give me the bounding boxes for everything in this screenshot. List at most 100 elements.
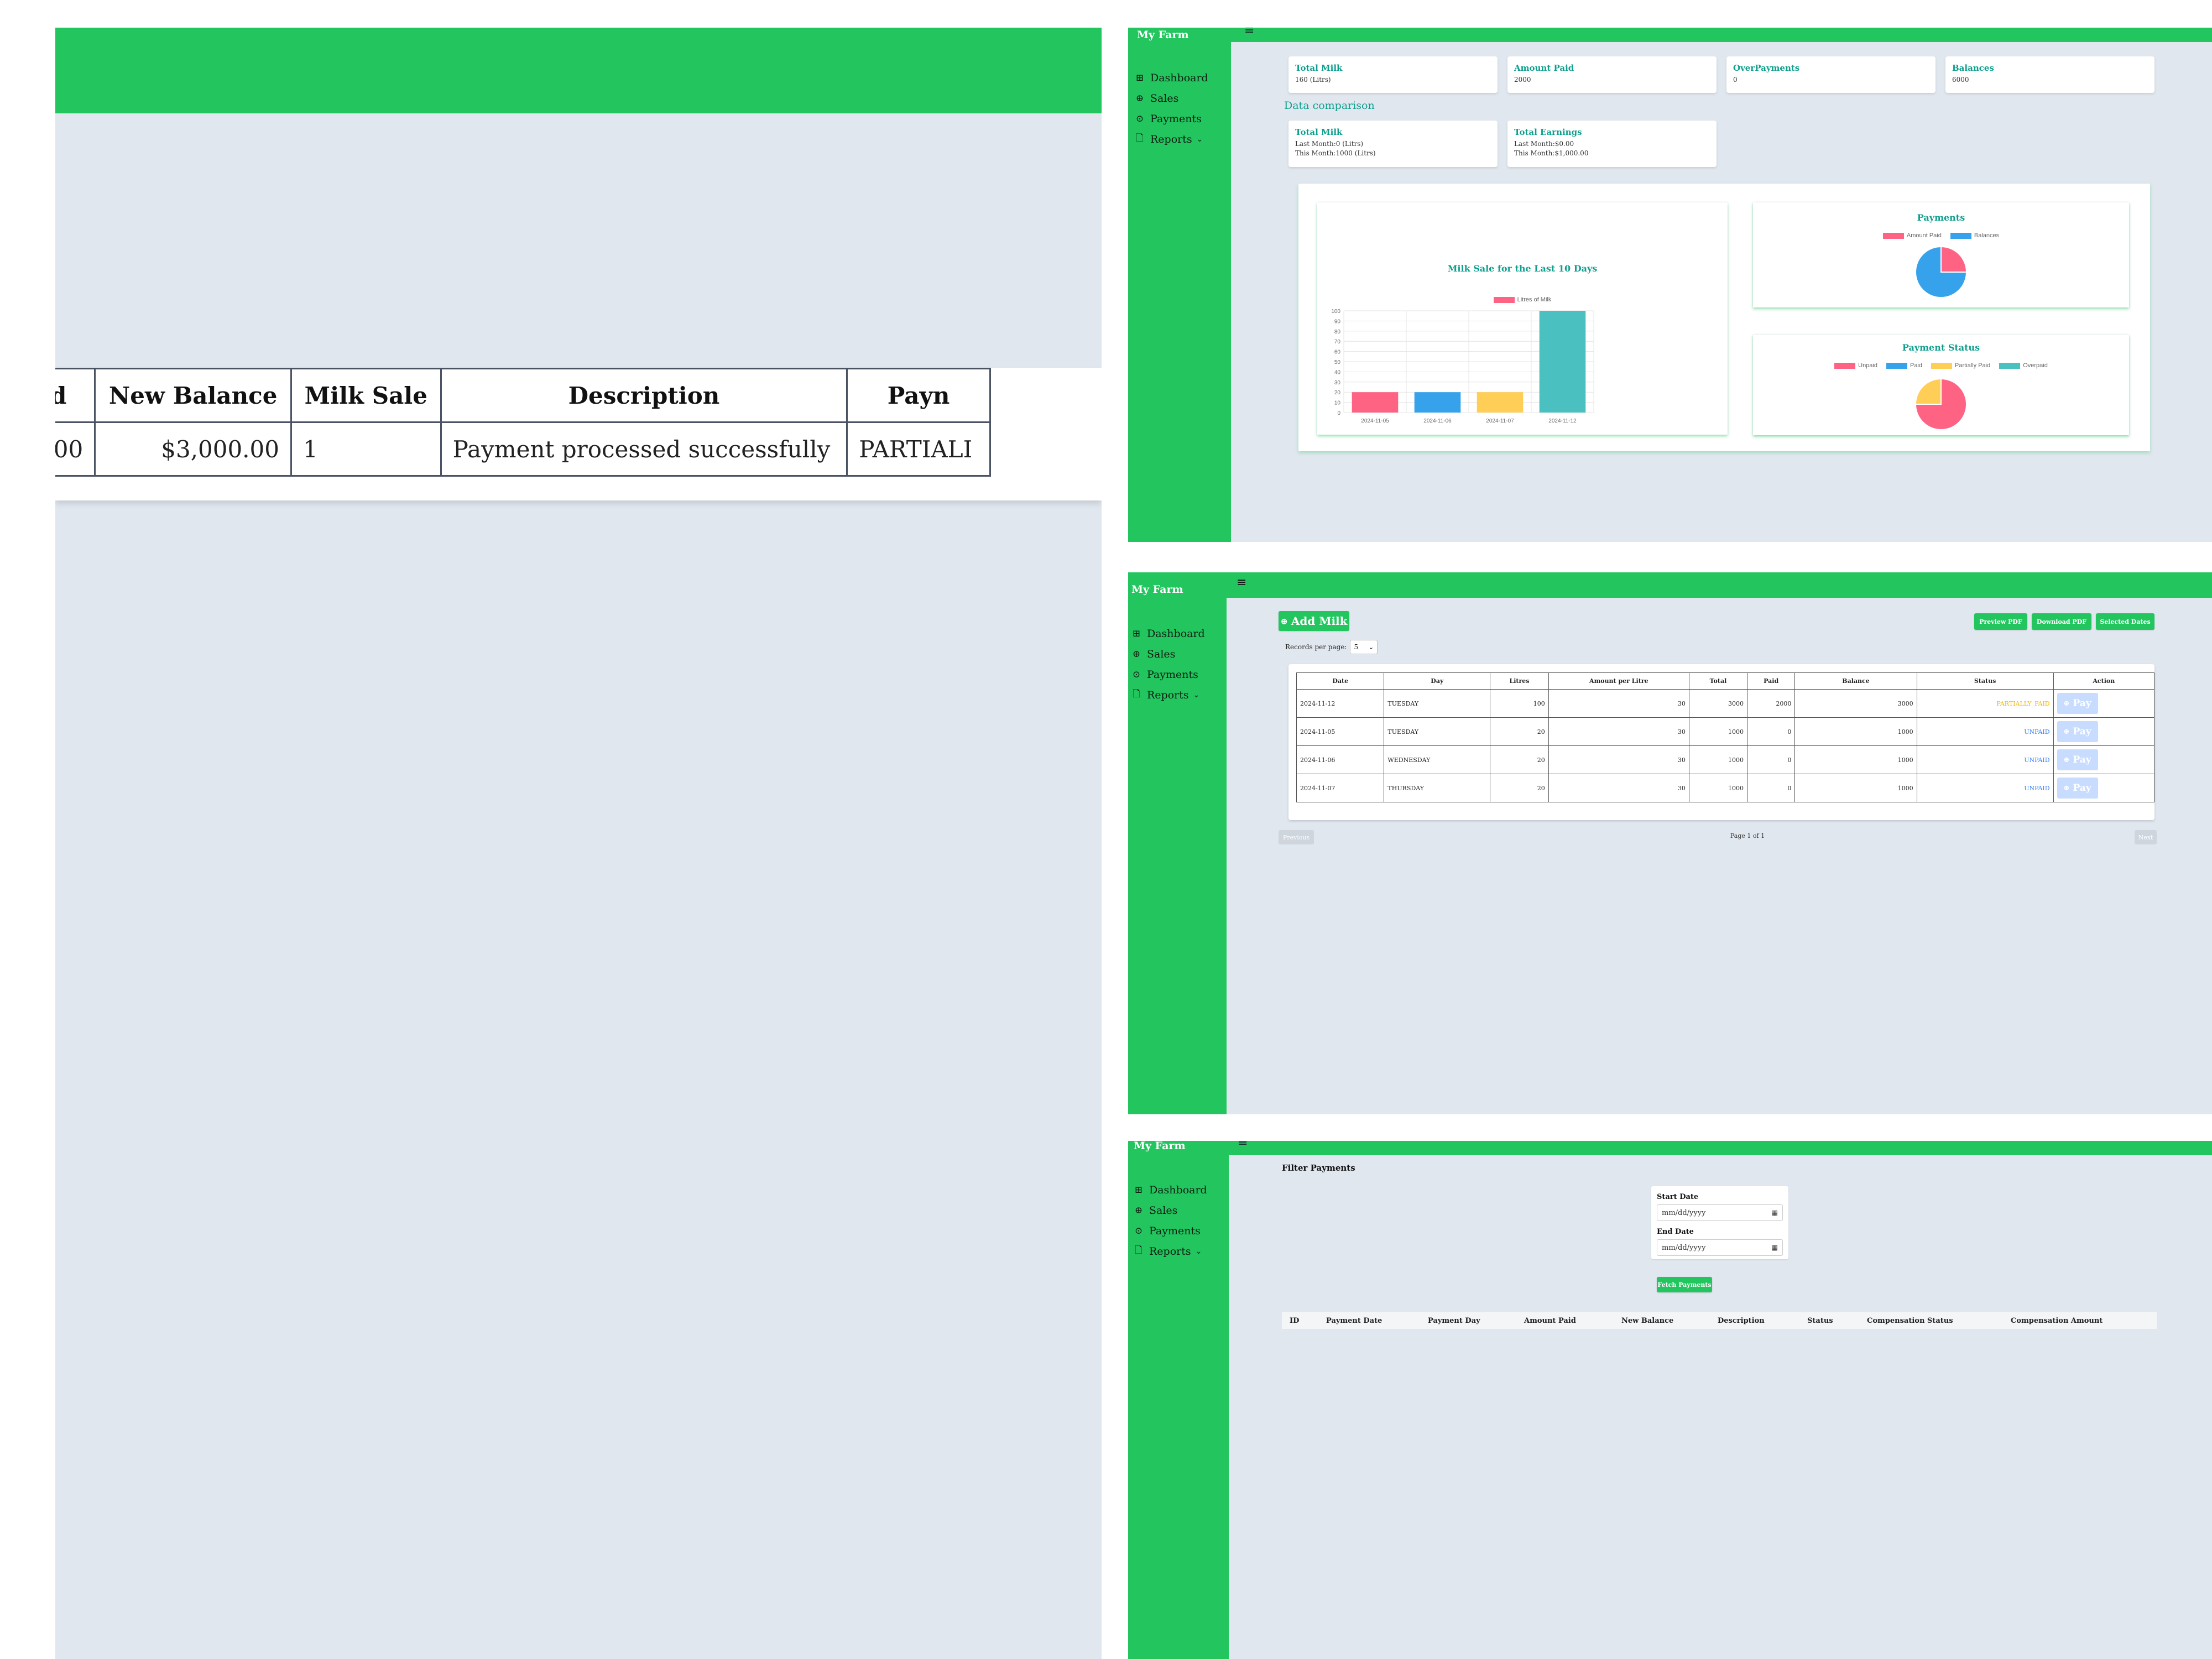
hamburger-icon[interactable]: ≡ — [1238, 1141, 1248, 1149]
sidebar-item-reports[interactable]: 🗋 Reports ⌄ — [1134, 129, 1228, 149]
column-header: Balance — [1794, 672, 1917, 690]
y-tick-label: 40 — [1334, 369, 1341, 375]
action-cell[interactable]: ⊕ Pay — [2053, 745, 2155, 774]
sidebar-item-sales[interactable]: ⊕ Sales — [1130, 644, 1224, 664]
calendar-icon: ▦ — [1771, 1209, 1778, 1217]
payment-table: nt Paid New Balance Milk Sale Descriptio… — [55, 368, 991, 477]
payments-pie-svg — [1915, 246, 1968, 298]
table-cell: THURSDAY — [1384, 774, 1491, 802]
preview-pdf-button[interactable]: Preview PDF — [1974, 613, 2027, 630]
y-tick-label: 10 — [1334, 400, 1341, 406]
column-header: Paid — [1746, 672, 1796, 690]
records-per-page-value: 5 — [1354, 643, 1359, 651]
grid-icon: ⊞ — [1132, 628, 1141, 639]
page-indicator: Page 1 of 1 — [1730, 832, 1765, 839]
next-button[interactable]: Next — [2135, 830, 2157, 844]
table-cell: 2024-11-06 — [1296, 745, 1385, 774]
sidebar-item-sales[interactable]: ⊕ Sales — [1133, 1200, 1227, 1220]
sidebar-item-reports[interactable]: 🗋 Reports ⌄ — [1133, 1241, 1227, 1261]
column-header: Total — [1688, 672, 1747, 690]
add-milk-button[interactable]: ⊕ Add Milk — [1279, 611, 1349, 631]
previous-button[interactable]: Previous — [1279, 830, 1314, 844]
column-header: Litres — [1490, 672, 1549, 690]
sidebar-item-dashboard[interactable]: ⊞ Dashboard — [1130, 623, 1224, 644]
table-cell: 1000 — [1794, 717, 1917, 746]
y-tick-label: 100 — [1331, 309, 1340, 315]
records-per-page-select[interactable]: 5 ⌄ — [1350, 640, 1378, 654]
status-cell: PARTIALLY_PAID — [1916, 689, 2054, 718]
column-header: ID — [1290, 1316, 1300, 1325]
column-header: Status — [1807, 1316, 1833, 1325]
y-tick-label: 70 — [1334, 339, 1341, 345]
data-comparison-title: Data comparison — [1284, 100, 1375, 112]
sidebar-item-reports[interactable]: 🗋 Reports ⌄ — [1130, 685, 1224, 705]
action-cell[interactable]: ⊕ Pay — [2053, 717, 2155, 746]
sales-screen: My Farm ⊞ Dashboard ⊕ Sales ⊙ Payments 🗋 Rep… — [1128, 572, 2212, 1114]
stat-card-total-milk: Total Milk 160 (Litrs) — [1288, 56, 1498, 93]
table-cell: 1000 — [1688, 717, 1747, 746]
file-icon: 🗋 — [1135, 1245, 1142, 1256]
records-per-page-label: Records per page: — [1285, 643, 1347, 651]
bar — [1539, 311, 1586, 413]
pay-button[interactable]: ⊕ Pay — [2057, 778, 2098, 799]
zoomed-payment-view: nt Paid New Balance Milk Sale Descriptio… — [55, 28, 1102, 1659]
sidebar-item-dashboard[interactable]: ⊞ Dashboard — [1133, 1180, 1227, 1200]
pay-label: Pay — [2073, 754, 2091, 765]
pay-button[interactable]: ⊕ Pay — [2057, 749, 2098, 770]
comparison-card-total-earnings: Total Earnings Last Month:$0.00 This Mont… — [1507, 121, 1717, 167]
add-milk-label: Add Milk — [1291, 614, 1348, 628]
last-month-value: Last Month:0 (Litrs) — [1295, 140, 1364, 148]
selected-dates-button[interactable]: Selected Dates — [2096, 613, 2154, 630]
table-cell: 2000 — [1746, 689, 1796, 718]
hamburger-icon[interactable]: ≡ — [1237, 576, 1246, 589]
payment-status-pie-svg — [1914, 378, 1967, 430]
circle-check-icon: ⊙ — [1134, 1225, 1143, 1237]
file-icon: 🗋 — [1136, 133, 1144, 144]
this-month-value: This Month:1000 (Litrs) — [1295, 149, 1376, 157]
card-title: Amount Paid — [1514, 63, 1574, 73]
sales-table: Date Day Litres Amount per Litre Total P… — [1296, 672, 2155, 802]
table-header-row: Date Day Litres Amount per Litre Total P… — [1296, 672, 2155, 690]
sidebar-item-label: Dashboard — [1149, 1183, 1207, 1196]
circle-plus-icon: ⊕ — [2063, 699, 2070, 708]
table-cell: 30 — [1548, 689, 1689, 718]
table-cell: WEDNESDAY — [1384, 745, 1491, 774]
top-bar — [55, 28, 1102, 113]
start-date-placeholder: mm/dd/yyyy — [1662, 1208, 1706, 1217]
table-cell: 1000 — [1688, 774, 1747, 802]
table-cell: 30 — [1548, 774, 1689, 802]
bar-chart-svg: 0 10 20 30 40 50 60 70 80 90 100 2024-11-05 2024-11-… — [1331, 309, 1594, 424]
brand-title: My Farm — [1137, 29, 1189, 41]
hamburger-icon[interactable]: ≡ — [1244, 28, 1254, 37]
fetch-payments-button[interactable]: Fetch Payments — [1657, 1277, 1712, 1292]
date-filter-card: Start Date mm/dd/yyyy ▦ End Date mm/dd/yy… — [1651, 1186, 1788, 1259]
sidebar-item-sales[interactable]: ⊕ Sales — [1134, 88, 1228, 108]
action-cell[interactable]: ⊕ Pay — [2053, 774, 2155, 802]
sidebar-item-label: Sales — [1149, 1204, 1178, 1217]
sidebar: My Farm ⊞ Dashboard ⊕ Sales ⊙ Payments 🗋 Rep… — [1128, 572, 1227, 1114]
table-cell: 20 — [1490, 717, 1549, 746]
status-cell: UNPAID — [1916, 774, 2054, 802]
table-cell: 100 — [1490, 689, 1549, 718]
sidebar-item-payments[interactable]: ⊙ Payments — [1134, 108, 1228, 129]
sidebar-item-label: Reports — [1147, 688, 1189, 701]
brand-title: My Farm — [1134, 1141, 1186, 1152]
table-cell: 3000 — [1688, 689, 1747, 718]
start-date-input[interactable]: mm/dd/yyyy ▦ — [1657, 1204, 1783, 1221]
chevron-down-icon: ⌄ — [1368, 643, 1374, 651]
action-cell[interactable]: ⊕ Pay — [2053, 689, 2155, 718]
end-date-label: End Date — [1657, 1228, 1694, 1236]
sidebar-item-payments[interactable]: ⊙ Payments — [1130, 664, 1224, 685]
pay-button[interactable]: ⊕ Pay — [2057, 693, 2098, 714]
download-pdf-button[interactable]: Download PDF — [2032, 613, 2091, 630]
column-header: New Balance — [94, 368, 292, 423]
pay-label: Pay — [2073, 782, 2091, 794]
table-row: 2024-11-06 WEDNESDAY 20 30 1000 0 1000 UNPAID ⊕ P… — [1296, 745, 2155, 774]
last-month-value: Last Month:$0.00 — [1514, 140, 1574, 148]
payment-status-pie-chart: Payment Status Unpaid Paid Partially Pai… — [1753, 335, 2129, 435]
sidebar-item-payments[interactable]: ⊙ Payments — [1133, 1220, 1227, 1241]
pay-button[interactable]: ⊕ Pay — [2057, 721, 2098, 742]
table-row: 2024-11-12 TUESDAY 100 30 3000 2000 3000 PARTIA… — [1296, 689, 2155, 718]
end-date-input[interactable]: mm/dd/yyyy ▦ — [1657, 1239, 1783, 1256]
sidebar-item-dashboard[interactable]: ⊞ Dashboard — [1134, 67, 1228, 88]
